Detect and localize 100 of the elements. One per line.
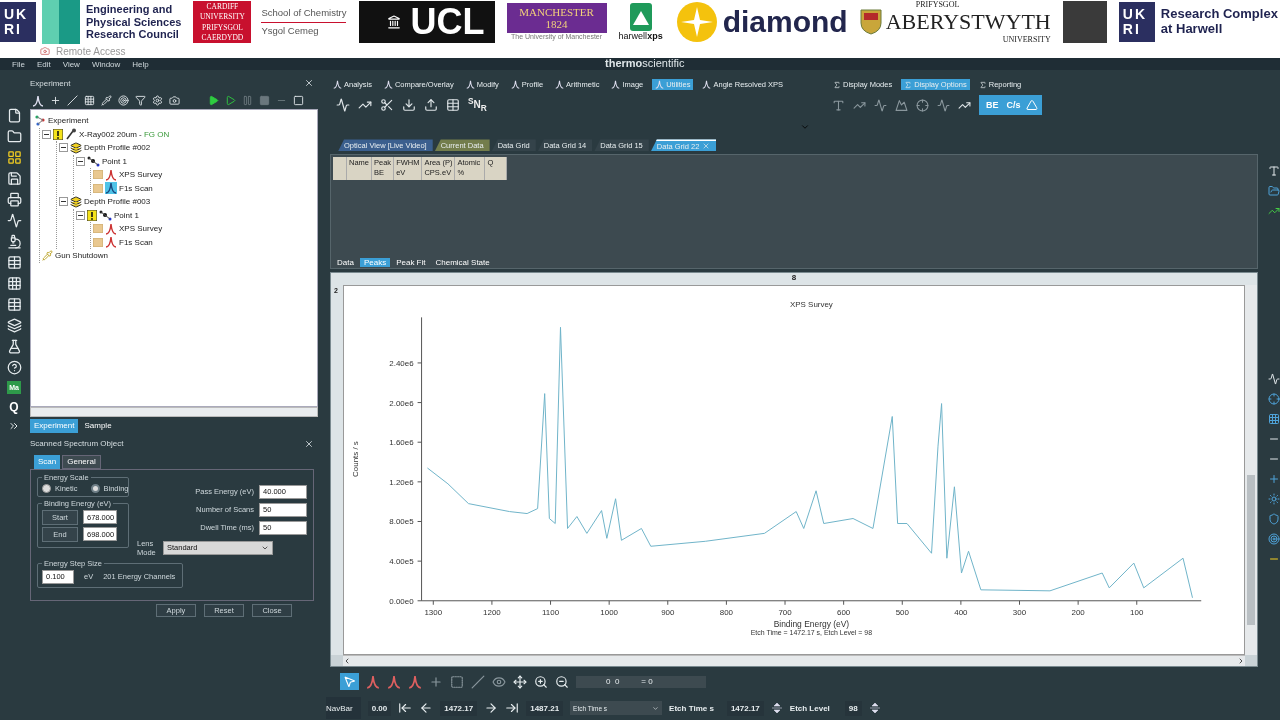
menu-item[interactable]: File bbox=[12, 59, 25, 69]
tool-icon[interactable] bbox=[424, 98, 438, 112]
peak-icon[interactable] bbox=[895, 98, 908, 112]
new-file-icon[interactable] bbox=[6, 108, 22, 123]
text-icon[interactable] bbox=[832, 98, 845, 112]
tick-label: 500 bbox=[895, 607, 909, 617]
frame-icon[interactable] bbox=[293, 95, 304, 106]
tick-label: 1000 bbox=[600, 607, 618, 617]
menu-item[interactable]: Help bbox=[132, 59, 149, 69]
scroll-right-icon[interactable] bbox=[1237, 657, 1245, 665]
shield-icon[interactable] bbox=[1268, 513, 1280, 525]
zoom-in-icon[interactable] bbox=[534, 674, 548, 689]
table-icon[interactable] bbox=[6, 255, 22, 270]
collapse-icon[interactable] bbox=[76, 210, 85, 220]
first-icon[interactable] bbox=[398, 701, 413, 716]
menu-item[interactable]: Edit bbox=[36, 59, 51, 69]
collapse-icon[interactable] bbox=[59, 143, 68, 153]
tool-icon[interactable] bbox=[402, 98, 416, 112]
last-icon[interactable] bbox=[505, 701, 520, 716]
logo-caption: School of Chemistry Ysgol Cemeg bbox=[261, 7, 347, 37]
tree-item[interactable]: F1s Scan bbox=[119, 237, 153, 247]
tree-item[interactable]: Point 1 bbox=[102, 156, 127, 166]
zoom-out-icon[interactable] bbox=[555, 674, 569, 689]
radio-button[interactable] bbox=[42, 483, 51, 493]
view-tab[interactable]: Data bbox=[333, 258, 358, 267]
filter-icon[interactable] bbox=[135, 95, 146, 106]
logo-badge: MANCHESTER 1824 bbox=[506, 2, 607, 33]
printer-icon[interactable] bbox=[6, 192, 22, 207]
tick-label: 1.60e6 bbox=[389, 438, 414, 448]
target-icon[interactable] bbox=[1268, 533, 1280, 545]
panel-tab[interactable]: Sample bbox=[80, 418, 116, 433]
tab-icon bbox=[904, 80, 913, 89]
chart-icon[interactable] bbox=[1268, 205, 1280, 217]
tree-item[interactable]: XPS Survey bbox=[119, 170, 163, 180]
line-icon[interactable] bbox=[471, 674, 485, 689]
view-tab[interactable]: Chemical State bbox=[431, 258, 494, 267]
tree-item[interactable]: X-Ray002 20um - FG ON bbox=[79, 129, 170, 139]
logo-caption: harwellxps bbox=[618, 31, 663, 41]
tree-item[interactable]: Depth Profile #003 bbox=[84, 197, 151, 207]
source-icon bbox=[65, 128, 77, 141]
expand-icon[interactable] bbox=[8, 420, 20, 432]
table-icon[interactable] bbox=[6, 297, 22, 312]
menu-item[interactable]: Window bbox=[91, 59, 121, 69]
region-icon[interactable] bbox=[450, 674, 464, 689]
tree-item[interactable]: Experiment bbox=[48, 116, 89, 126]
layers-icon[interactable] bbox=[6, 318, 22, 333]
logo-graphic bbox=[1062, 1, 1107, 43]
settings-icon[interactable] bbox=[152, 95, 163, 106]
scroll-left-icon[interactable] bbox=[343, 657, 351, 665]
tick-label: 0.00e0 bbox=[389, 596, 414, 606]
microscope-icon[interactable] bbox=[6, 234, 22, 249]
flask-icon[interactable] bbox=[6, 339, 22, 354]
spinner-icon[interactable] bbox=[868, 702, 881, 715]
tick-label: 1300 bbox=[424, 607, 443, 617]
plus-icon[interactable] bbox=[50, 95, 61, 106]
pipette-icon[interactable] bbox=[101, 95, 112, 106]
tab-icon bbox=[510, 80, 520, 89]
tree-item[interactable]: F1s Scan bbox=[119, 183, 153, 193]
snr-button[interactable]: $^{S}$N$_{R}$ bbox=[468, 96, 487, 114]
remote-access-label: Remote Access bbox=[56, 45, 126, 57]
collapse-icon[interactable] bbox=[76, 156, 85, 166]
collapse-icon[interactable] bbox=[59, 197, 68, 207]
close-icon[interactable] bbox=[304, 438, 314, 449]
close-icon[interactable] bbox=[304, 78, 314, 88]
save-icon[interactable] bbox=[6, 171, 22, 186]
spinner-icon[interactable] bbox=[770, 702, 783, 715]
tree-item[interactable]: XPS Survey bbox=[119, 224, 163, 234]
view-tab[interactable]: Peak Fit bbox=[392, 258, 430, 267]
points-icon bbox=[87, 155, 100, 167]
stop-icon[interactable] bbox=[259, 95, 270, 106]
grid-icon[interactable] bbox=[6, 150, 22, 165]
select-tool[interactable] bbox=[340, 673, 359, 691]
tool-icon[interactable] bbox=[446, 98, 460, 112]
help-icon[interactable] bbox=[6, 360, 22, 375]
step-icon[interactable] bbox=[225, 95, 236, 106]
header-cell bbox=[333, 157, 347, 181]
tick-label: 200 bbox=[1071, 607, 1085, 617]
camera-icon[interactable] bbox=[169, 95, 180, 106]
radio-button[interactable] bbox=[90, 483, 100, 493]
collapse-icon[interactable] bbox=[42, 129, 51, 139]
tree-item[interactable]: Gun Shutdown bbox=[55, 251, 108, 261]
grid-icon[interactable] bbox=[1268, 413, 1280, 425]
triangle-icon[interactable] bbox=[1025, 99, 1038, 111]
query-button[interactable]: Q bbox=[9, 400, 19, 414]
tab-icon bbox=[333, 80, 342, 89]
tool-icon[interactable] bbox=[336, 98, 350, 112]
eye-icon[interactable] bbox=[492, 674, 506, 689]
text-icon[interactable] bbox=[1268, 165, 1280, 177]
tool-icon[interactable] bbox=[380, 98, 394, 112]
play-icon[interactable] bbox=[208, 95, 219, 106]
panel-tab[interactable]: General bbox=[62, 454, 101, 469]
crosshair-icon[interactable] bbox=[1268, 393, 1280, 405]
tree-item[interactable]: Depth Profile #002 bbox=[84, 143, 151, 153]
sun-icon[interactable] bbox=[1268, 493, 1280, 505]
crosshair-icon[interactable] bbox=[916, 98, 929, 112]
pan-icon[interactable] bbox=[513, 674, 527, 689]
tree-item[interactable]: Point 1 bbox=[114, 210, 139, 220]
tab-icon bbox=[655, 80, 665, 89]
menu-item[interactable]: View bbox=[62, 59, 80, 69]
tab-icon bbox=[833, 80, 841, 89]
